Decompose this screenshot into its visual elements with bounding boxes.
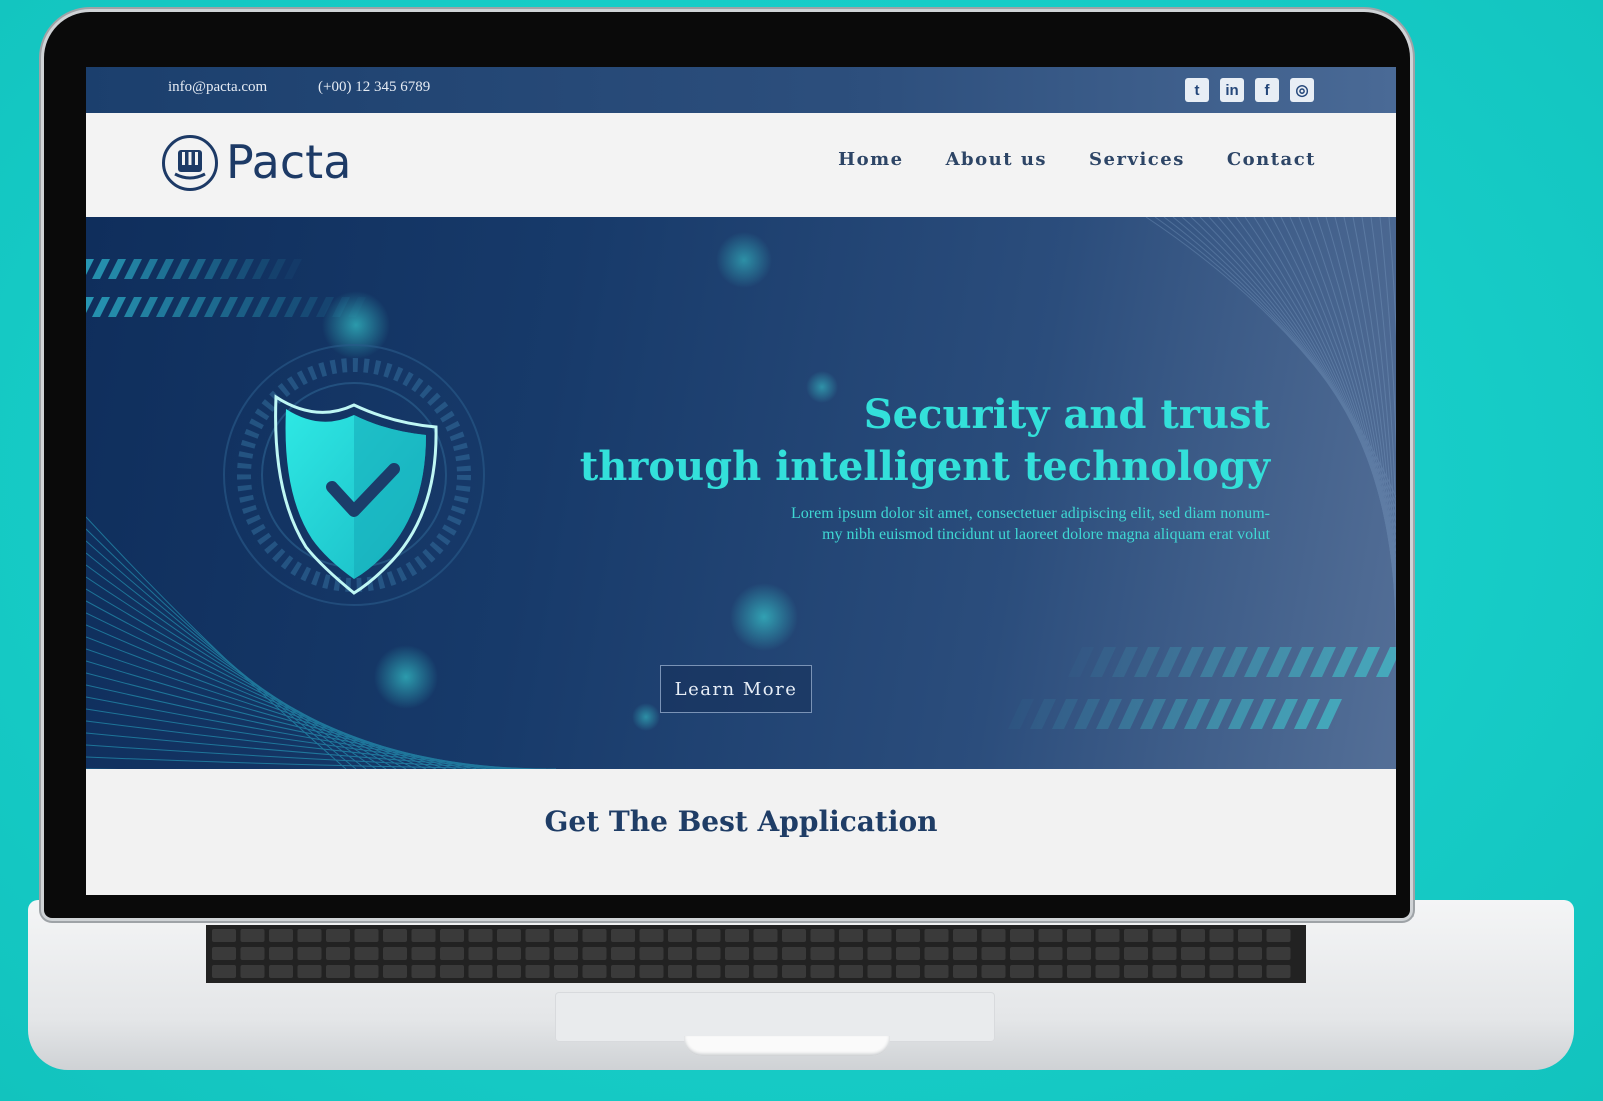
- laptop-keyboard: [206, 925, 1306, 983]
- glow-dot: [716, 232, 772, 288]
- linkedin-icon[interactable]: in: [1220, 78, 1244, 102]
- facebook-icon[interactable]: f: [1255, 78, 1279, 102]
- top-contact-bar: info@pacta.com (+00) 12 345 6789 t in f …: [86, 67, 1396, 113]
- hero-headline: Security and trust through intelligent t…: [580, 389, 1270, 493]
- trackpad: [555, 992, 995, 1042]
- learn-more-button[interactable]: Learn More: [660, 665, 812, 713]
- brand-name[interactable]: Pacta: [226, 135, 351, 189]
- contact-email[interactable]: info@pacta.com: [168, 79, 267, 96]
- glow-dot: [730, 583, 798, 651]
- social-links: t in f ◎: [1185, 78, 1314, 102]
- main-nav: Home About us Services Contact: [838, 149, 1316, 170]
- nav-services[interactable]: Services: [1089, 149, 1185, 170]
- twitter-icon[interactable]: t: [1185, 78, 1209, 102]
- nav-home[interactable]: Home: [838, 149, 904, 170]
- hero-subtitle: Lorem ipsum dolor sit amet, consectetuer…: [630, 503, 1270, 545]
- app-section: Get The Best Application: [86, 769, 1396, 895]
- stripes-top-left: [86, 259, 366, 317]
- section-heading: Get The Best Application: [544, 805, 938, 838]
- laptop-screen: info@pacta.com (+00) 12 345 6789 t in f …: [86, 67, 1396, 895]
- navbar: Pacta Home About us Services Contact: [86, 113, 1396, 217]
- instagram-icon[interactable]: ◎: [1290, 78, 1314, 102]
- hero-headline-line2: through intelligent technology: [579, 443, 1270, 490]
- laptop-notch: [684, 1036, 890, 1056]
- hero-banner: Security and trust through intelligent t…: [86, 217, 1396, 769]
- curved-lines-left: [86, 516, 556, 769]
- pacta-logo-icon[interactable]: [162, 135, 218, 191]
- hero-subtitle-line1: Lorem ipsum dolor sit amet, consectetuer…: [791, 505, 1270, 522]
- glow-dot: [374, 645, 438, 709]
- contact-phone[interactable]: (+00) 12 345 6789: [318, 79, 430, 96]
- nav-about-us[interactable]: About us: [946, 149, 1047, 170]
- hero-subtitle-line2: my nibh euismod tincidunt ut laoreet dol…: [822, 526, 1270, 543]
- glow-dot: [632, 703, 660, 731]
- nav-contact[interactable]: Contact: [1227, 149, 1316, 170]
- stripes-bottom-right: [1030, 647, 1396, 729]
- hero-headline-line1: Security and trust: [863, 391, 1270, 438]
- keyboard-keys: [212, 929, 1291, 978]
- glow-dot: [322, 291, 390, 359]
- shield-check-icon: [223, 344, 485, 606]
